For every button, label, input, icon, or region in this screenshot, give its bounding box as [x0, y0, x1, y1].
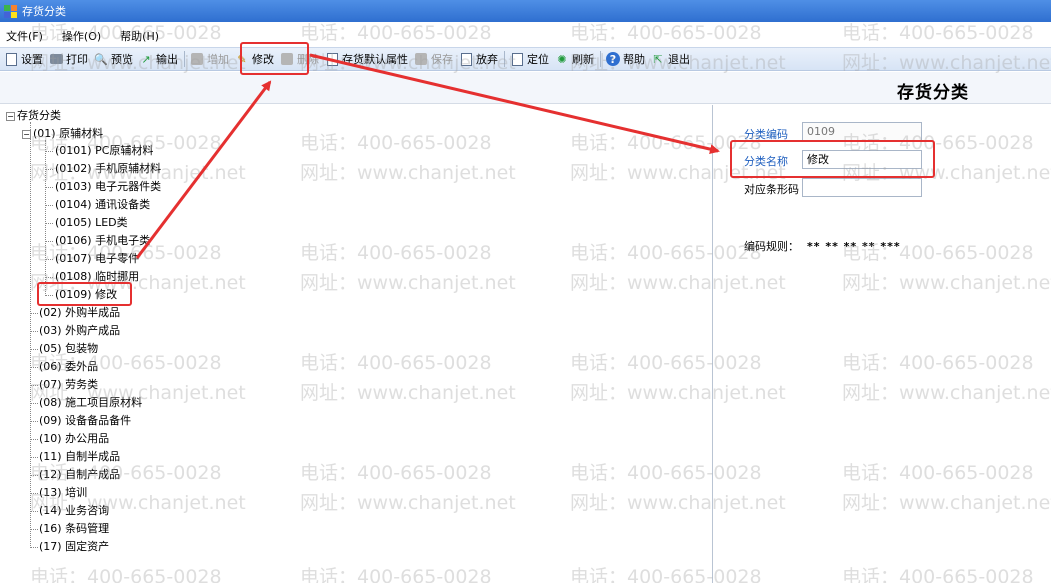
arrow-tree-to-edit: [135, 80, 272, 259]
arrow-edit-to-form: [309, 53, 720, 155]
annotation-arrows: [135, 53, 720, 259]
